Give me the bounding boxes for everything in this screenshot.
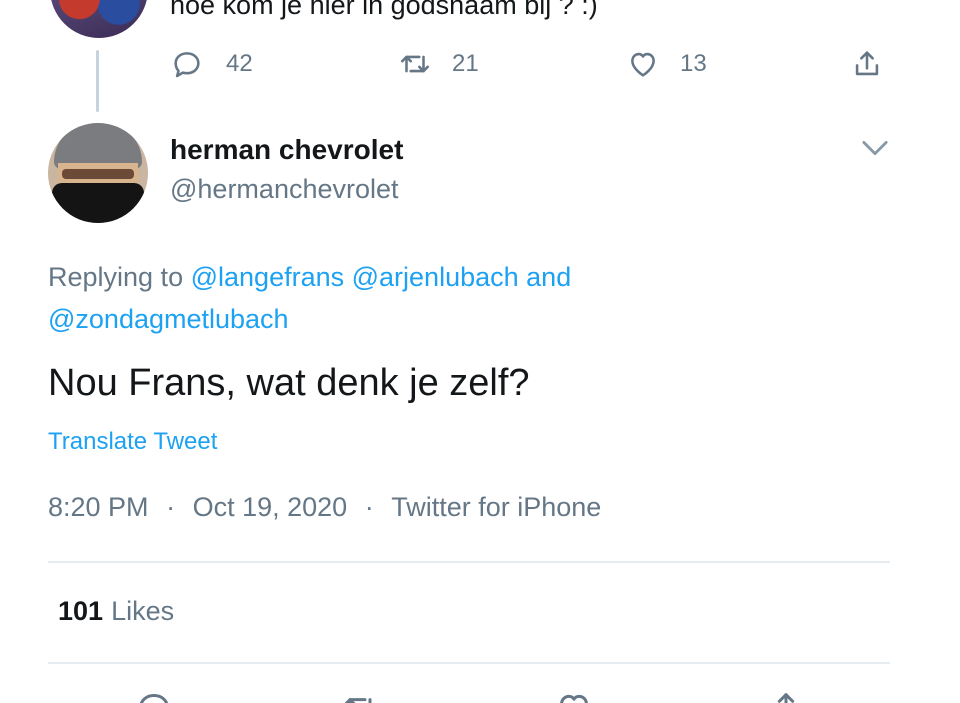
previous-like-count: 13 (680, 50, 707, 77)
previous-like-button[interactable]: 13 (626, 44, 707, 84)
retweet-icon (400, 55, 430, 73)
share-button[interactable] (766, 688, 806, 703)
previous-tweet-avatar[interactable] (50, 0, 148, 38)
previous-share-button[interactable] (850, 44, 884, 84)
mention-joiner: and (526, 262, 572, 292)
author-handle[interactable]: @hermanchevrolet (170, 174, 399, 205)
reply-icon (139, 694, 169, 703)
previous-reply-count: 42 (226, 50, 253, 77)
author-name[interactable]: herman chevrolet (170, 134, 403, 166)
reply-button[interactable] (134, 688, 174, 703)
share-icon (777, 693, 795, 703)
tweet-text: Nou Frans, wat denk je zelf? (48, 362, 530, 404)
previous-retweet-button[interactable]: 21 (398, 44, 479, 84)
reply-icon (174, 52, 200, 78)
meta-separator: · (166, 492, 176, 522)
chevron-down-icon[interactable] (858, 134, 892, 162)
tweet-date[interactable]: Oct 19, 2020 (193, 492, 348, 523)
mention-link[interactable]: @langefrans (191, 262, 345, 292)
thread-connector-line (96, 50, 99, 112)
mention-link[interactable]: @arjenlubach (352, 262, 519, 292)
previous-tweet-text: hoe kom je hier in godsnaam bij ? :) (170, 0, 598, 20)
mention-link[interactable]: @zondagmetlubach (48, 304, 289, 334)
retweet-button[interactable] (340, 688, 380, 703)
divider (48, 561, 890, 563)
previous-reply-button[interactable]: 42 (170, 44, 253, 84)
replying-to-prefix: Replying to (48, 262, 184, 292)
translate-tweet-link[interactable]: Translate Tweet (48, 428, 217, 456)
heart-icon (560, 694, 588, 703)
previous-tweet-action-bar: 42 21 13 (170, 44, 890, 84)
previous-retweet-count: 21 (452, 50, 479, 77)
author-avatar[interactable] (48, 123, 148, 223)
tweet-metadata: 8:20 PM · Oct 19, 2020 · Twitter for iPh… (48, 492, 601, 523)
tweet-source[interactable]: Twitter for iPhone (391, 492, 601, 523)
likes-summary[interactable]: 101 Likes (58, 596, 174, 627)
tweet-action-bar (48, 688, 890, 703)
tweet-time[interactable]: 8:20 PM (48, 492, 149, 523)
divider (48, 662, 890, 664)
likes-count: 101 (58, 596, 104, 626)
retweet-icon (344, 698, 372, 703)
share-icon (855, 51, 879, 76)
meta-separator: · (364, 492, 374, 522)
replying-to-line: Replying to @langefrans @arjenlubach and… (48, 256, 868, 340)
like-button[interactable] (554, 688, 594, 703)
likes-label: Likes (111, 596, 175, 626)
heart-icon (631, 52, 655, 77)
